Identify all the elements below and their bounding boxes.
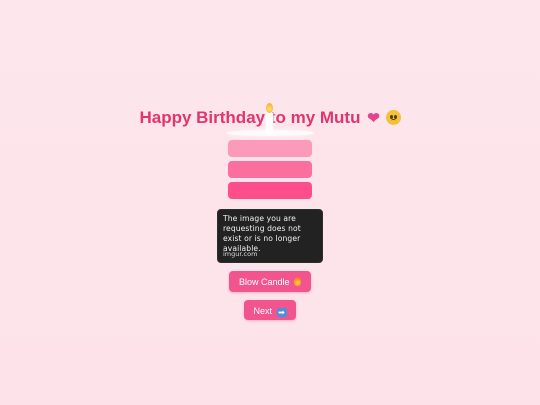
next-label: Next [253,306,272,316]
unavailable-image: The image you are requesting does not ex… [217,209,323,263]
unavailable-image-message: The image you are requesting does not ex… [223,214,301,253]
unavailable-image-source: imgur.com [223,250,258,258]
next-button[interactable]: Next ➡ [244,300,296,320]
right-arrow-icon: ➡ [276,308,287,317]
heart-icon: ❤ [367,110,380,127]
birthday-page: Happy Birthday to my Mutu ❤ The image yo… [0,0,540,405]
blow-candle-label: Blow Candle [238,277,290,287]
cake-layer-middle [228,161,312,178]
candle [266,112,273,134]
cake-layer-top [228,140,312,157]
pleading-face-icon [385,110,401,125]
blow-candle-button[interactable]: Blow Candle [229,271,311,292]
page-title-text: Happy Birthday to my Mutu [139,108,361,127]
candle-flame-icon [266,103,273,113]
fire-icon [294,277,302,286]
cake-layer-bottom [228,182,312,199]
